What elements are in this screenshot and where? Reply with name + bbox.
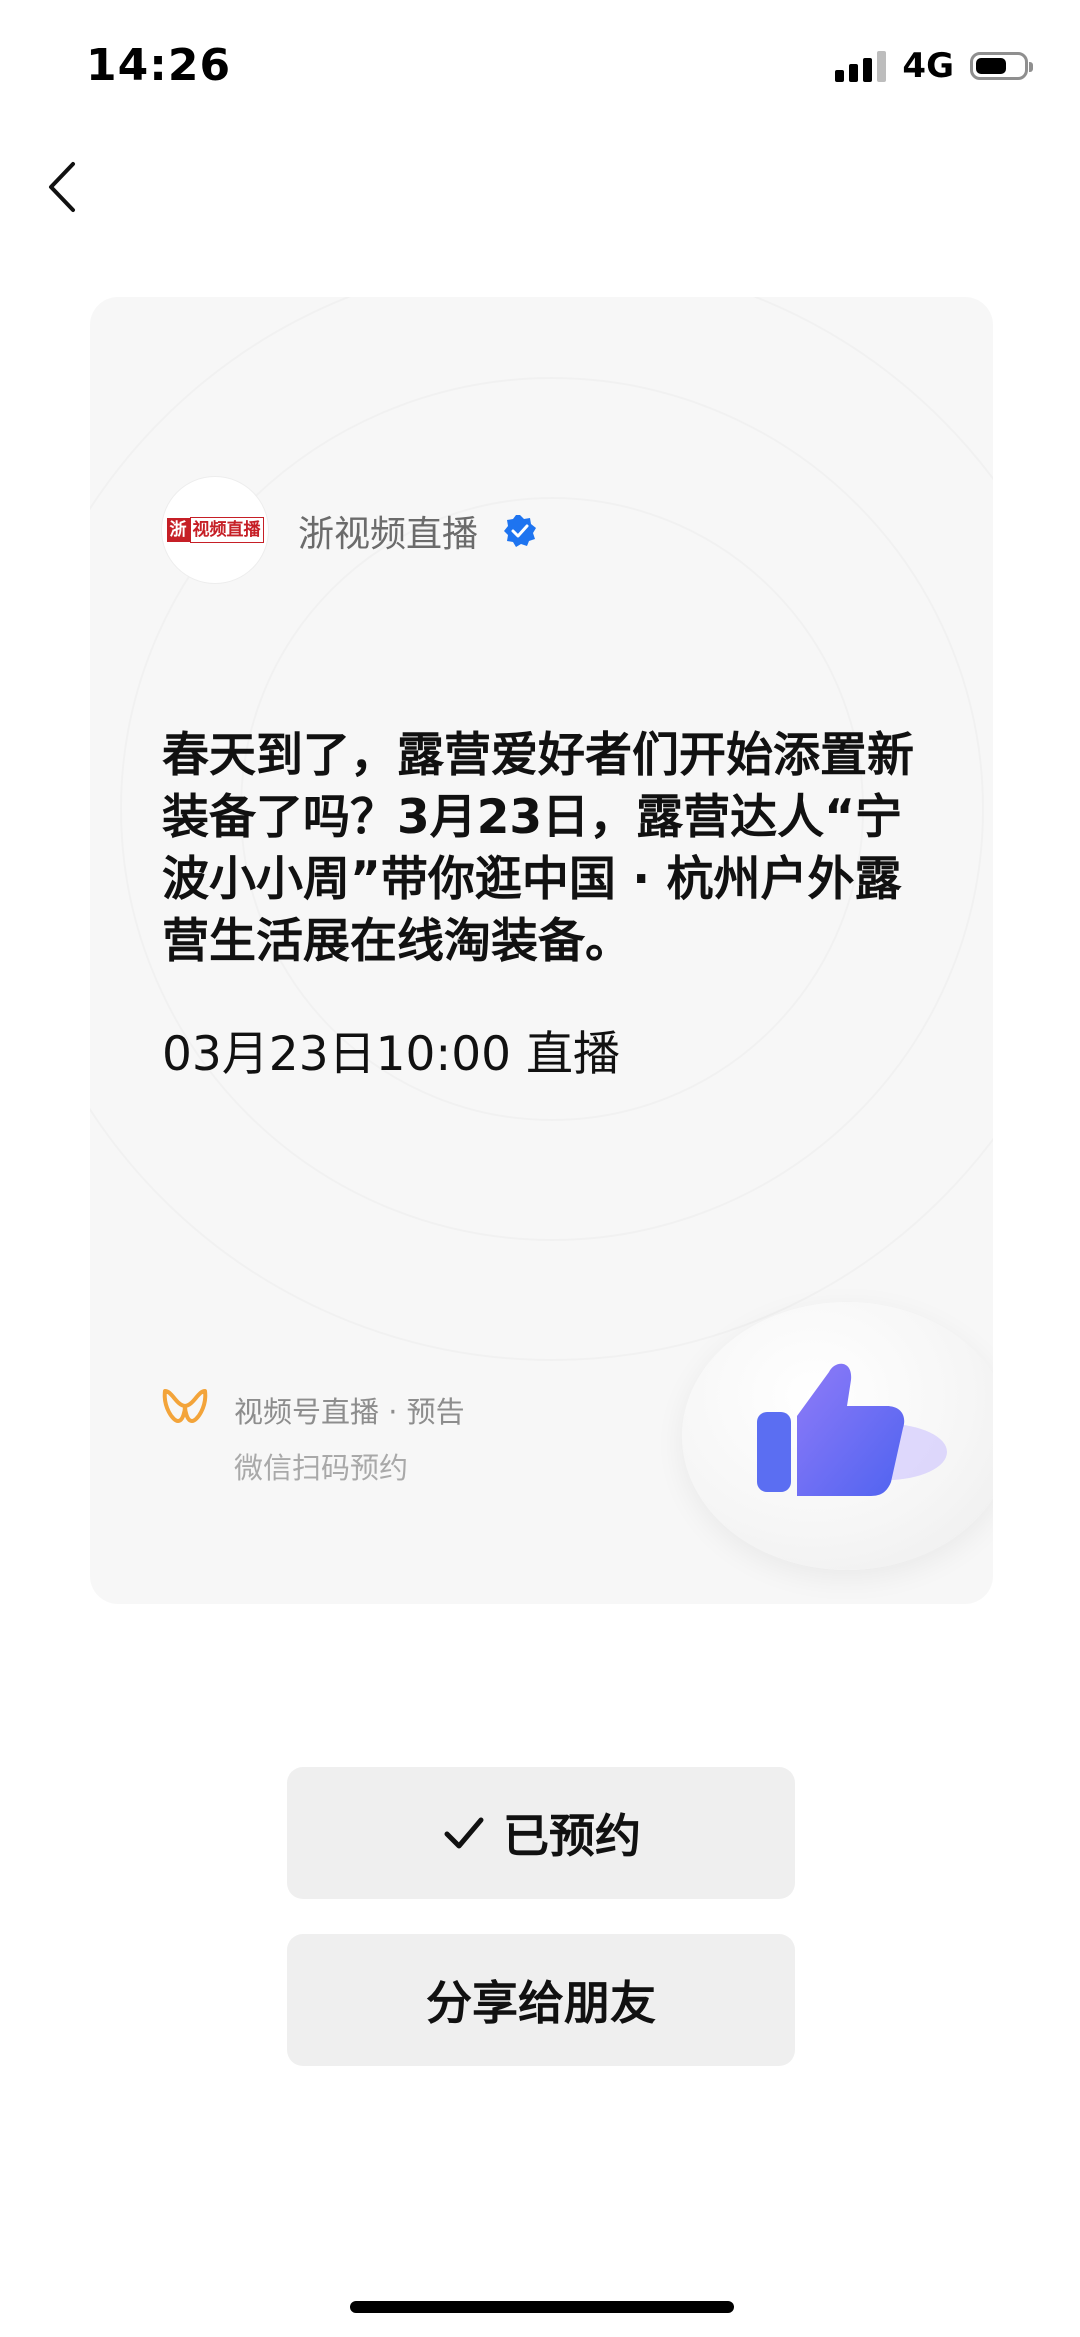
back-button[interactable] <box>34 152 90 222</box>
home-indicator[interactable] <box>350 2301 734 2313</box>
status-time: 14:26 <box>86 40 232 91</box>
network-label: 4G <box>902 46 954 86</box>
check-icon <box>444 1817 484 1849</box>
logo-mark: 浙 <box>166 518 190 542</box>
channel-live-label: 视频号直播 · 预告 <box>234 1395 465 1429</box>
thumbs-up-icon <box>757 1363 947 1496</box>
reserved-button-label: 已预约 <box>503 1809 641 1863</box>
like-badge <box>682 1302 993 1570</box>
reserved-button[interactable]: 已预约 <box>287 1767 795 1899</box>
status-icons: 4G <box>835 46 1033 86</box>
account-name[interactable]: 浙视频直播 <box>298 505 478 557</box>
wechat-channels-icon <box>162 1389 208 1423</box>
battery-icon <box>970 52 1033 80</box>
verified-badge-icon <box>504 515 536 547</box>
share-to-friend-button[interactable]: 分享给朋友 <box>287 1934 795 2066</box>
signal-icon <box>835 50 887 82</box>
logo-text: 视频直播 <box>189 517 264 543</box>
account-avatar[interactable]: 浙 视频直播 <box>162 477 268 583</box>
share-button-label: 分享给朋友 <box>426 1976 656 2030</box>
live-preview-card: 浙 视频直播 浙视频直播 春天到了，露营爱好者们开始添置新装备了吗？3月23日，… <box>90 297 993 1604</box>
scan-to-reserve-hint: 微信扫码预约 <box>234 1451 409 1485</box>
live-schedule: 03月23日10:00 直播 <box>162 1027 620 1082</box>
live-description: 春天到了，露营爱好者们开始添置新装备了吗？3月23日，露营达人“宁波小小周”带你… <box>162 728 914 969</box>
chevron-left-icon <box>49 162 75 212</box>
account-logo: 浙 视频直播 <box>166 517 264 543</box>
